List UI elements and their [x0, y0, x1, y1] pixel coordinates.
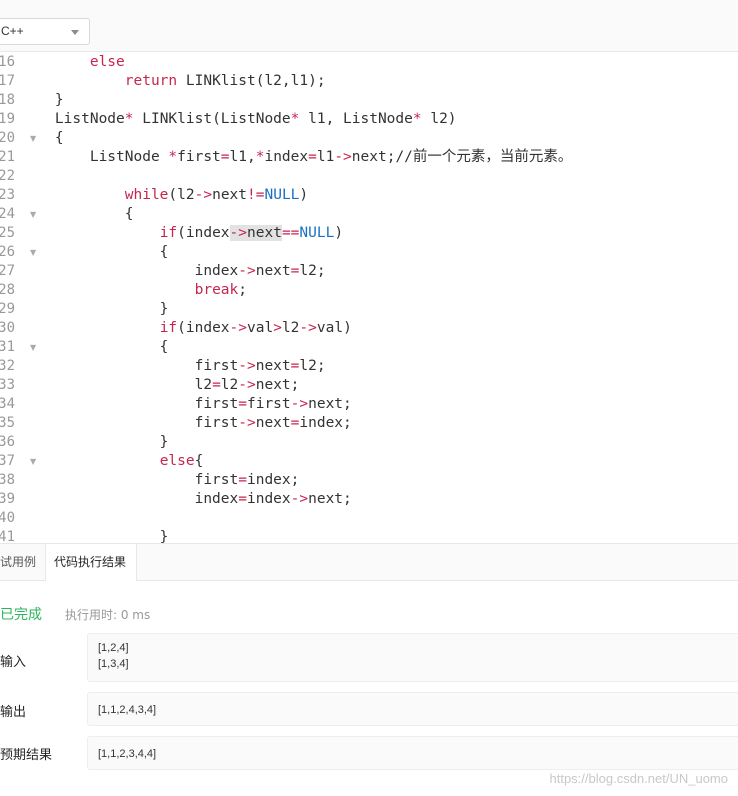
- code-text: }: [20, 301, 169, 317]
- tab-run-result[interactable]: 代码执行结果: [45, 544, 137, 581]
- code-line[interactable]: 20 ▼ {: [0, 129, 738, 148]
- code-line[interactable]: 27 index->next=l2;: [0, 262, 738, 281]
- output-value: [1,1,2,4,3,4]: [98, 704, 157, 716]
- code-text: if(index->val>l2->val): [159, 320, 352, 336]
- line-number: 38: [0, 472, 15, 488]
- code-line[interactable]: 25 if(index->next==NULL): [0, 224, 738, 243]
- code-text: else{: [159, 453, 204, 469]
- code-text: break;: [194, 282, 247, 298]
- code-text: ListNode* LINKlist(ListNode* l1, ListNod…: [20, 111, 457, 127]
- line-number: 39: [0, 491, 15, 507]
- code-line[interactable]: 21 ListNode *first=l1,*index=l1->next;//…: [0, 148, 738, 167]
- line-number: 27: [0, 263, 15, 279]
- line-number: 26: [0, 244, 15, 260]
- line-number: 40: [0, 510, 15, 526]
- line-number: 41: [0, 529, 15, 543]
- editor-toolbar: C++: [0, 0, 738, 52]
- code-line[interactable]: 23 while(l2->next!=NULL): [0, 186, 738, 205]
- code-text: {: [20, 206, 134, 222]
- line-number: 32: [0, 358, 15, 374]
- line-number: 34: [0, 396, 15, 412]
- code-editor[interactable]: 16 else 17 return LINKlist(l2,l1); 18 } 19 …: [0, 52, 738, 543]
- code-line[interactable]: 37 ▼ else{: [0, 452, 738, 471]
- code-line[interactable]: 36 }: [0, 433, 738, 452]
- line-number: 23: [0, 187, 15, 203]
- code-line[interactable]: 31 ▼ {: [0, 338, 738, 357]
- code-text: }: [20, 434, 169, 450]
- line-number: 16: [0, 54, 15, 70]
- expected-value: [1,1,2,3,4,4]: [98, 748, 157, 760]
- code-line[interactable]: 30 if(index->val>l2->val): [0, 319, 738, 338]
- code-line[interactable]: 24 ▼ {: [0, 205, 738, 224]
- line-number: 33: [0, 377, 15, 393]
- line-number: 18: [0, 92, 15, 108]
- line-number: 35: [0, 415, 15, 431]
- status-text: 已完成: [0, 607, 42, 623]
- code-line[interactable]: 33 l2=l2->next;: [0, 376, 738, 395]
- code-line[interactable]: 28 break;: [0, 281, 738, 300]
- line-number: 37: [0, 453, 15, 469]
- input-line: [1,3,4]: [98, 658, 129, 670]
- line-number: 25: [0, 225, 15, 241]
- chevron-down-icon: [71, 30, 79, 35]
- line-number: 29: [0, 301, 15, 317]
- watermark: https://blog.csdn.net/UN_uomo: [549, 771, 729, 786]
- code-line[interactable]: 29 }: [0, 300, 738, 319]
- language-select-value: C++: [1, 24, 24, 38]
- code-text: {: [20, 339, 169, 355]
- tab-testcase[interactable]: 试用例: [0, 544, 44, 580]
- code-text: first=first->next;: [20, 396, 352, 412]
- line-number: 28: [0, 282, 15, 298]
- code-line[interactable]: 26 ▼ {: [0, 243, 738, 262]
- input-line: [1,2,4]: [98, 642, 129, 654]
- code-text: l2=l2->next;: [20, 377, 300, 393]
- input-label: 输入: [0, 655, 27, 670]
- result-panel: 试用例 代码执行结果 已完成 执行用时: 0 ms 输入 [1,2,4] [1,…: [0, 543, 738, 796]
- code-text: {: [20, 244, 169, 260]
- code-line[interactable]: 32 first->next=l2;: [0, 357, 738, 376]
- line-number: 17: [0, 73, 15, 89]
- output-label: 输出: [0, 705, 27, 720]
- code-text: index=index->next;: [20, 491, 352, 507]
- code-text: first=index;: [20, 472, 300, 488]
- line-number: 30: [0, 320, 15, 336]
- code-line[interactable]: 35 first->next=index;: [0, 414, 738, 433]
- code-line[interactable]: 18 }: [0, 91, 738, 110]
- line-number: 31: [0, 339, 15, 355]
- code-text: while(l2->next!=NULL): [124, 187, 309, 203]
- line-number: 19: [0, 111, 15, 127]
- output-box: [1,1,2,4,3,4]: [87, 692, 738, 726]
- code-text: first->next=index;: [20, 415, 352, 431]
- code-line[interactable]: 22: [0, 167, 738, 186]
- code-text: first->next=l2;: [20, 358, 326, 374]
- expected-label: 预期结果: [0, 748, 53, 763]
- line-number: 36: [0, 434, 15, 450]
- code-line[interactable]: 17 return LINKlist(l2,l1);: [0, 72, 738, 91]
- code-line[interactable]: 16 else: [0, 53, 738, 72]
- code-text: ListNode *first=l1,*index=l1->next;//前一个…: [20, 149, 573, 165]
- code-line[interactable]: 41 }: [0, 528, 738, 543]
- line-number: 24: [0, 206, 15, 222]
- code-text: if(index->next==NULL): [159, 225, 344, 241]
- code-line[interactable]: 39 index=index->next;: [0, 490, 738, 509]
- code-text: return LINKlist(l2,l1);: [124, 73, 326, 89]
- code-text: index->next=l2;: [20, 263, 326, 279]
- result-tabs: 试用例 代码执行结果: [0, 544, 738, 581]
- code-line[interactable]: 34 first=first->next;: [0, 395, 738, 414]
- code-line[interactable]: 19 ListNode* LINKlist(ListNode* l1, List…: [0, 110, 738, 129]
- code-text: {: [20, 130, 64, 146]
- code-text: }: [20, 92, 64, 108]
- line-number: 22: [0, 168, 15, 184]
- code-line[interactable]: 40: [0, 509, 738, 528]
- line-number: 20: [0, 130, 15, 146]
- input-box: [1,2,4] [1,3,4]: [87, 633, 738, 682]
- code-line[interactable]: 38 first=index;: [0, 471, 738, 490]
- code-text: else: [89, 54, 125, 70]
- runtime-text: 执行用时: 0 ms: [65, 608, 151, 622]
- expected-box: [1,1,2,3,4,4]: [87, 736, 738, 770]
- code-text: }: [20, 529, 169, 543]
- language-select[interactable]: C++: [0, 18, 90, 45]
- line-number: 21: [0, 149, 15, 165]
